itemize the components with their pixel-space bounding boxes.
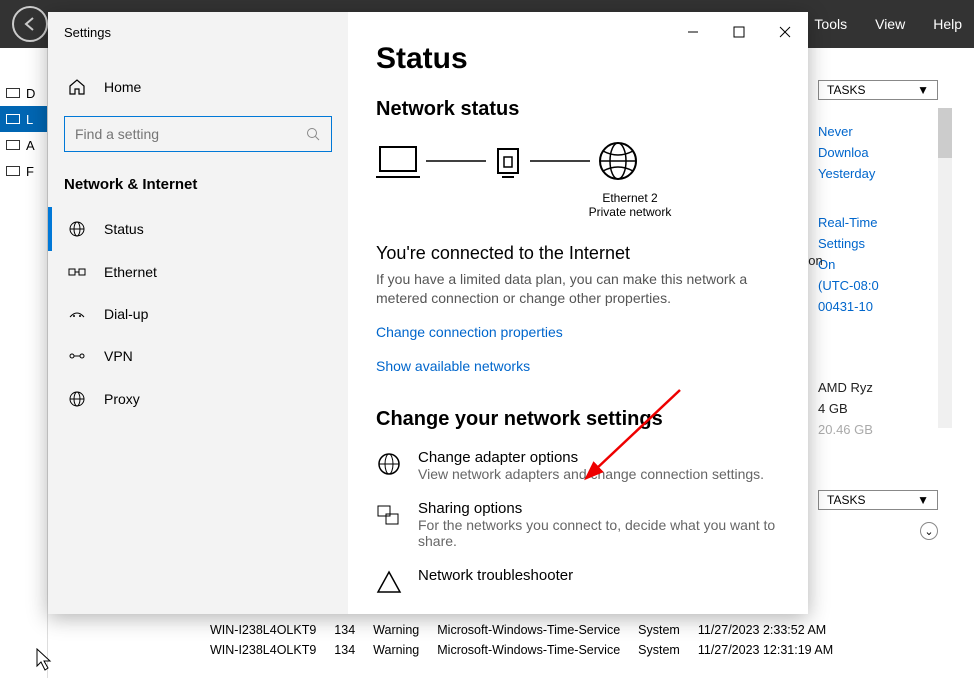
network-diagram — [376, 139, 780, 183]
nav-label: Ethernet — [104, 264, 157, 280]
option-subtitle: For the networks you connect to, decide … — [418, 517, 780, 549]
expand-toggle[interactable]: ⌄ — [920, 522, 938, 540]
background-info-panel: TASKS▼ Never Downloa Yesterday irus Real… — [818, 80, 938, 437]
option-title: Sharing options — [418, 500, 780, 517]
nav-dialup[interactable]: Dial-up — [48, 293, 348, 335]
home-button[interactable]: Home — [48, 68, 348, 106]
info-link[interactable]: On — [818, 257, 938, 272]
info-link[interactable]: Downloa — [818, 145, 938, 160]
option-title: Change adapter options — [418, 449, 764, 466]
connected-body: If you have a limited data plan, you can… — [376, 270, 780, 308]
change-adapter-options[interactable]: Change adapter options View network adap… — [376, 449, 780, 482]
info-link[interactable]: (UTC-08:0 — [818, 278, 938, 293]
router-icon — [492, 143, 524, 179]
sm-sidebar-item[interactable]: A — [0, 132, 47, 158]
window-title: Settings — [64, 25, 111, 40]
adapter-icon — [376, 451, 400, 475]
sharing-icon — [376, 502, 400, 526]
nav-vpn[interactable]: VPN — [48, 335, 348, 377]
window-titlebar[interactable]: Settings — [48, 12, 808, 52]
nav-label: Dial-up — [104, 306, 148, 322]
troubleshoot-icon — [376, 569, 400, 593]
connected-heading: You're connected to the Internet — [376, 243, 780, 264]
sm-sidebar-item-selected[interactable]: L — [0, 106, 47, 132]
info-link[interactable]: Real-Time — [818, 215, 938, 230]
settings-sidebar: Home Network & Internet Status Ethernet … — [48, 12, 348, 614]
search-icon — [305, 126, 321, 142]
proxy-icon — [68, 390, 86, 408]
globe-icon — [68, 220, 86, 238]
tasks-dropdown[interactable]: TASKS▼ — [818, 80, 938, 100]
menu-view[interactable]: View — [875, 16, 905, 32]
menu-help[interactable]: Help — [933, 16, 962, 32]
network-troubleshooter[interactable]: Network troubleshooter — [376, 567, 780, 593]
settings-window: Settings Home Network & Internet Status … — [48, 12, 808, 614]
nav-label: VPN — [104, 348, 133, 364]
ethernet-icon — [68, 265, 86, 279]
server-manager-sidebar: D L A F — [0, 48, 48, 678]
info-text: 4 GB — [818, 401, 938, 416]
maximize-button[interactable] — [716, 16, 762, 48]
sharing-options[interactable]: Sharing options For the networks you con… — [376, 500, 780, 549]
info-link[interactable]: 00431-10 — [818, 299, 938, 314]
section-title: Network & Internet — [48, 162, 348, 207]
nav-ethernet[interactable]: Ethernet — [48, 251, 348, 293]
search-input-wrap[interactable] — [64, 116, 332, 152]
network-type: Private network — [480, 205, 780, 219]
sm-sidebar-item[interactable]: D — [0, 80, 47, 106]
minimize-button[interactable] — [670, 16, 716, 48]
info-link[interactable]: Yesterday — [818, 166, 938, 181]
scrollbar[interactable] — [938, 108, 952, 428]
sm-sidebar-item[interactable]: F — [0, 158, 47, 184]
nav-label: Proxy — [104, 391, 140, 407]
mouse-cursor — [36, 648, 54, 672]
background-info-panel-2: TASKS▼ ⌄ — [818, 490, 938, 540]
table-row[interactable]: WIN-I238L4OLKT9134WarningMicrosoft-Windo… — [202, 641, 841, 659]
search-input[interactable] — [75, 126, 295, 142]
status-heading: Network status — [376, 98, 780, 121]
tasks-dropdown[interactable]: TASKS▼ — [818, 490, 938, 510]
option-title: Network troubleshooter — [418, 567, 573, 584]
close-button[interactable] — [762, 16, 808, 48]
nav-status[interactable]: Status — [48, 207, 348, 251]
nav-proxy[interactable]: Proxy — [48, 377, 348, 421]
menu-tools[interactable]: Tools — [814, 16, 847, 32]
option-subtitle: View network adapters and change connect… — [418, 466, 764, 482]
event-log-table: WIN-I238L4OLKT9134WarningMicrosoft-Windo… — [200, 619, 843, 661]
computer-icon — [376, 143, 420, 179]
vpn-icon — [68, 349, 86, 363]
internet-globe-icon — [596, 139, 640, 183]
show-networks-link[interactable]: Show available networks — [376, 358, 780, 374]
network-name: Ethernet 2 — [480, 191, 780, 205]
change-settings-heading: Change your network settings — [376, 408, 780, 431]
settings-main: Status Network status Ethernet 2 Private… — [348, 12, 808, 614]
table-row[interactable]: WIN-I238L4OLKT9134WarningMicrosoft-Windo… — [202, 621, 841, 639]
info-text: 20.46 GB — [818, 422, 938, 437]
dialup-icon — [68, 307, 86, 321]
home-label: Home — [104, 79, 141, 95]
info-link[interactable]: Never — [818, 124, 938, 139]
nav-label: Status — [104, 221, 144, 237]
info-text: AMD Ryz — [818, 380, 938, 395]
back-button[interactable] — [12, 6, 48, 42]
info-link[interactable]: Settings — [818, 236, 938, 251]
home-icon — [68, 78, 86, 96]
change-connection-props-link[interactable]: Change connection properties — [376, 324, 780, 340]
